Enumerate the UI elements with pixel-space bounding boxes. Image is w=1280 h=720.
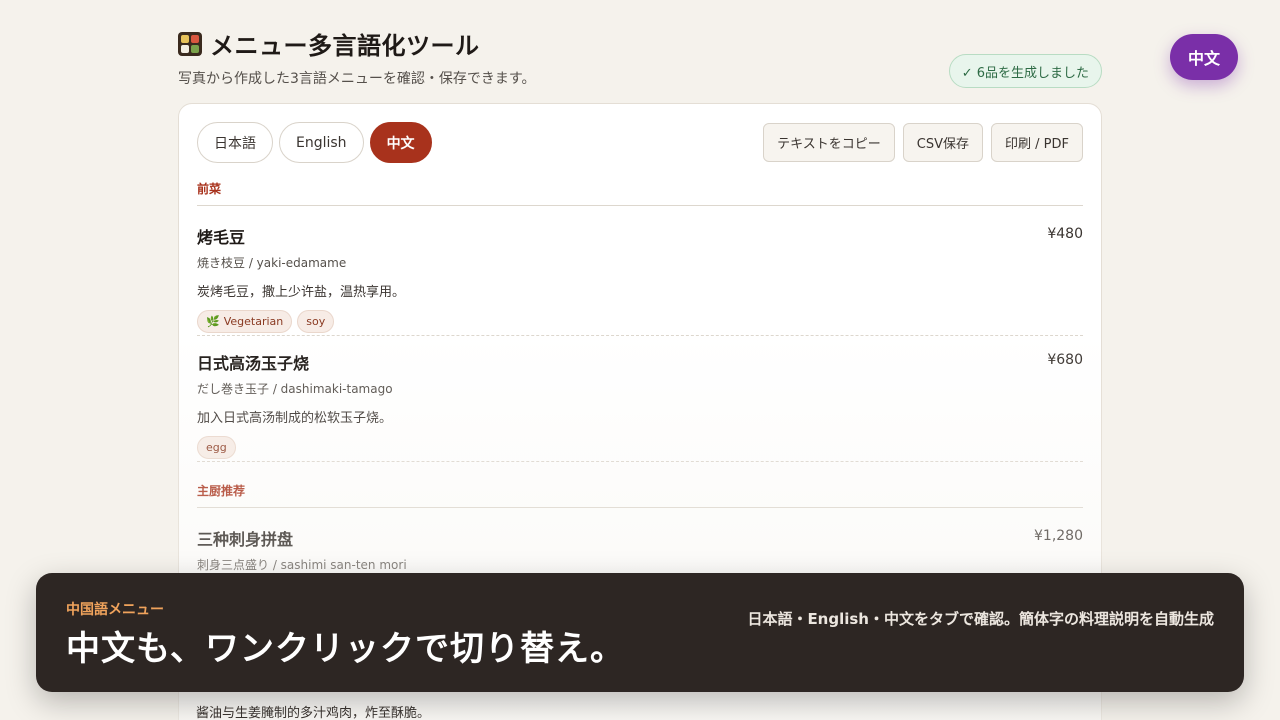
copy-text-button[interactable]: テキストをコピー (763, 123, 895, 162)
item-original-name: 焼き枝豆 / yaki-edamame (197, 256, 347, 270)
menu-item: 日式高汤玉子烧 ¥680 だし巻き玉子 / dashimaki-tamago 加… (197, 350, 1083, 459)
item-name: 日式高汤玉子烧 (197, 354, 310, 373)
print-pdf-button[interactable]: 印刷 / PDF (991, 123, 1083, 162)
title-row: メニュー多言語化ツール (178, 26, 480, 61)
menu-item: 三种刺身拼盘 ¥1,280 刺身三点盛り / sashimi san-ten m… (197, 526, 1083, 573)
item-name: 三种刺身拼盘 (197, 530, 294, 549)
item-description: 炭烤毛豆，撒上少许盐，温热享用。 (197, 285, 406, 300)
tag-label: egg (206, 441, 227, 454)
tag-badge: 🌿 Vegetarian (197, 310, 293, 333)
language-tabs: 日本語 English 中文 (197, 122, 432, 163)
tab-chinese[interactable]: 中文 (369, 122, 432, 163)
tab-japanese[interactable]: 日本語 (197, 122, 273, 163)
caption-banner: 中国語メニュー 中文も、ワンクリックで切り替え。 日本語・English・中文を… (36, 573, 1244, 692)
item-tags: egg (197, 436, 1083, 459)
page-subtitle: 写真から作成した3言語メニューを確認・保存できます。 (178, 71, 536, 87)
section-heading: 主厨推荐 (197, 482, 1083, 508)
item-divider (197, 461, 1083, 462)
tag-badge: egg (197, 436, 236, 459)
item-tags: 🌿 Vegetarian soy (197, 310, 1083, 333)
item-description: 加入日式高汤制成的松软玉子烧。 (197, 411, 393, 426)
item-description: 酱油与生姜腌制的多汁鸡肉，炸至酥脆。 (196, 706, 431, 720)
banner-kicker: 中国語メニュー (66, 602, 164, 618)
item-name: 烤毛豆 (197, 228, 246, 247)
tag-label: soy (306, 315, 326, 328)
bento-box-icon (178, 31, 202, 56)
action-buttons: テキストをコピー CSV保存 印刷 / PDF (763, 123, 1083, 162)
banner-note: 日本語・English・中文をタブで確認。簡体字の料理説明を自動生成 (747, 610, 1214, 628)
tag-label: Vegetarian (223, 315, 284, 328)
item-price: ¥1,280 (1034, 528, 1083, 544)
leaf-icon: 🌿 (206, 315, 220, 328)
item-divider (197, 335, 1083, 336)
item-price: ¥480 (1047, 226, 1083, 242)
language-toggle-button[interactable]: 中文 (1170, 34, 1238, 80)
status-badge: ✓ 6品を生成しました (948, 54, 1102, 88)
page-title: メニュー多言語化ツール (210, 32, 480, 60)
menu-item: 烤毛豆 ¥480 焼き枝豆 / yaki-edamame 炭烤毛豆，撒上少许盐，… (197, 224, 1083, 333)
tab-english[interactable]: English (279, 122, 364, 163)
csv-save-button[interactable]: CSV保存 (902, 123, 984, 162)
item-original-name: 刺身三点盛り / sashimi san-ten mori (197, 558, 407, 572)
item-original-name: だし巻き玉子 / dashimaki-tamago (197, 382, 393, 396)
banner-headline: 中文も、ワンクリックで切り替え。 (66, 629, 625, 669)
section-heading: 前菜 (197, 180, 1083, 206)
tag-badge: soy (297, 310, 335, 333)
item-price: ¥680 (1047, 352, 1083, 368)
